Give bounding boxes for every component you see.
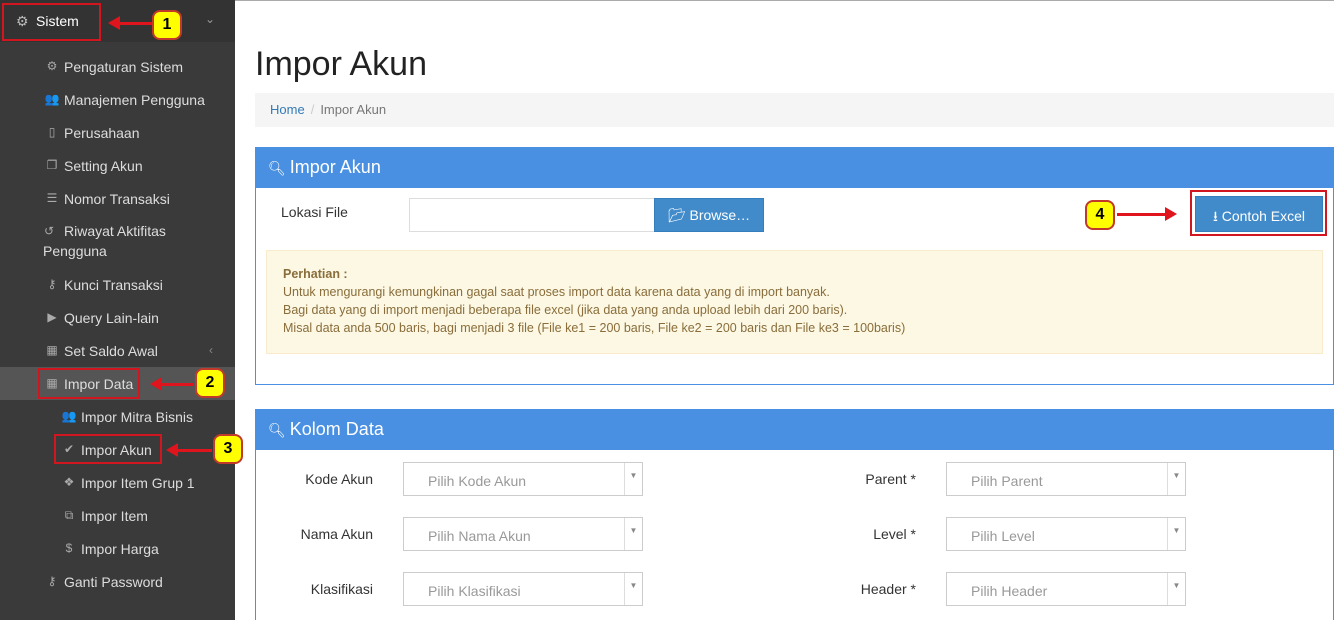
breadcrumb: Home / Impor Akun	[255, 93, 1334, 127]
kode-akun-label: Kode Akun	[305, 471, 373, 487]
sidebar-item-impor-mitra-bisnis[interactable]: 👥 Impor Mitra Bisnis	[0, 400, 235, 433]
header-placeholder: Pilih Header	[971, 583, 1048, 599]
breadcrumb-separator: /	[310, 102, 315, 117]
sidebar-item-impor-item-grup-1[interactable]: ❖ Impor Item Grup 1	[0, 466, 235, 499]
level-placeholder: Pilih Level	[971, 528, 1035, 544]
sidebar-item-kunci-transaksi[interactable]: ⚷ Kunci Transaksi	[0, 268, 235, 301]
chevron-left-icon: ‹	[209, 343, 213, 357]
breadcrumb-current: Impor Akun	[320, 102, 387, 117]
columns-panel-title: Kolom Data	[289, 419, 384, 439]
gear-icon: ⚙	[46, 59, 58, 73]
list-icon: ☰	[46, 191, 58, 205]
kode-akun-placeholder: Pilih Kode Akun	[428, 473, 527, 489]
sidebar-item-set-saldo-awal[interactable]: ▦ Set Saldo Awal ‹	[0, 334, 235, 367]
file-location-label: Lokasi File	[281, 204, 348, 220]
klasifikasi-select[interactable]: Pilih Klasifikasi ▼	[403, 572, 643, 606]
annotation-marker-3: 3	[213, 434, 243, 464]
caret-down-icon: ▼	[624, 573, 642, 605]
copy-icon: ❐	[46, 158, 58, 172]
sidebar-item-riwayat-aktifitas[interactable]: ↺ Riwayat Aktifitas Pengguna	[0, 215, 235, 265]
import-panel-header: 🔍︎ Impor Akun	[256, 148, 1333, 188]
highlight-box-contoh-excel	[1190, 190, 1327, 236]
annotation-arrow-1	[108, 16, 152, 30]
history-icon: ↺	[44, 224, 55, 238]
import-panel: 🔍︎ Impor Akun Lokasi File 📂︎ Browse… ⭳ Co…	[255, 147, 1334, 385]
sidebar-item-impor-harga[interactable]: $ Impor Harga	[0, 532, 235, 565]
search-icon: 🔍︎	[268, 422, 286, 438]
sidebar-item-setting-akun[interactable]: ❐ Setting Akun	[0, 149, 235, 182]
parent-select[interactable]: Pilih Parent ▼	[946, 462, 1186, 496]
browse-button-label: Browse…	[689, 207, 751, 223]
folder-open-icon: 📂︎	[667, 207, 686, 223]
sidebar-item-ganti-password[interactable]: ⚷ Ganti Password	[0, 565, 235, 598]
annotation-arrow-4	[1117, 207, 1177, 221]
header-label: Header *	[860, 581, 916, 597]
table-icon: ▦	[46, 343, 58, 357]
klasifikasi-placeholder: Pilih Klasifikasi	[428, 583, 521, 599]
alert-line-2: Bagi data yang di import menjadi beberap…	[283, 303, 848, 317]
annotation-marker-2: 2	[195, 368, 225, 398]
annotation-marker-4: 4	[1085, 200, 1115, 230]
columns-panel-header: 🔍︎ Kolom Data	[256, 410, 1333, 450]
caret-down-icon: ▼	[624, 463, 642, 495]
highlight-box-sistem	[2, 3, 101, 41]
alert-line-3: Misal data anda 500 baris, bagi menjadi …	[283, 321, 906, 335]
clipboard-icon: ▯	[48, 125, 56, 139]
kode-akun-select[interactable]: Pilih Kode Akun ▼	[403, 462, 643, 496]
alert-title: Perhatian :	[283, 267, 348, 281]
sidebar-item-perusahaan[interactable]: ▯ Perusahaan	[0, 116, 235, 149]
main-content: Impor Akun Home / Impor Akun 🔍︎ Impor Akun …	[235, 0, 1334, 620]
sidebar-item-nomor-transaksi[interactable]: ☰ Nomor Transaksi	[0, 182, 235, 215]
cubes-icon: ⧉	[64, 508, 74, 522]
page-title: Impor Akun	[255, 45, 427, 83]
level-select[interactable]: Pilih Level ▼	[946, 517, 1186, 551]
klasifikasi-label: Klasifikasi	[310, 581, 373, 597]
chevron-down-icon[interactable]: ⌄	[205, 12, 215, 26]
highlight-box-impor-data	[38, 368, 140, 399]
parent-placeholder: Pilih Parent	[971, 473, 1043, 489]
breadcrumb-home-link[interactable]: Home	[270, 102, 305, 117]
level-label: Level *	[873, 526, 916, 542]
play-icon: ▶	[47, 310, 57, 324]
sidebar-item-manajemen-pengguna[interactable]: 👥 Manajemen Pengguna	[0, 83, 235, 116]
annotation-marker-1: 1	[152, 10, 182, 40]
warning-alert: Perhatian : Untuk mengurangi kemungkinan…	[266, 250, 1323, 354]
caret-down-icon: ▼	[624, 518, 642, 550]
highlight-box-impor-akun	[54, 434, 162, 464]
nama-akun-select[interactable]: Pilih Nama Akun ▼	[403, 517, 643, 551]
parent-label: Parent *	[865, 471, 916, 487]
caret-down-icon: ▼	[1167, 463, 1185, 495]
key-icon: ⚷	[47, 277, 57, 291]
annotation-arrow-3	[166, 443, 212, 457]
sidebar-item-impor-item[interactable]: ⧉ Impor Item	[0, 499, 235, 532]
sidebar-item-query-lain-lain[interactable]: ▶ Query Lain-lain	[0, 301, 235, 334]
key-icon: ⚷	[47, 574, 57, 588]
annotation-arrow-2	[150, 377, 194, 391]
nama-akun-label: Nama Akun	[300, 526, 373, 542]
sidebar: ⚙ Sistem ⌄ ⚙ Pengaturan Sistem 👥 Manajeme…	[0, 0, 235, 620]
dropbox-icon: ❖	[63, 475, 75, 489]
caret-down-icon: ▼	[1167, 518, 1185, 550]
caret-down-icon: ▼	[1167, 573, 1185, 605]
users-icon: 👥	[44, 92, 60, 106]
dollar-icon: $	[65, 541, 73, 555]
file-path-input[interactable]	[409, 198, 655, 232]
users-icon: 👥	[61, 409, 77, 423]
sidebar-item-pengaturan-sistem[interactable]: ⚙ Pengaturan Sistem	[0, 50, 235, 83]
columns-panel: 🔍︎ Kolom Data Kode Akun Pilih Kode Akun ▼…	[255, 409, 1334, 620]
browse-button[interactable]: 📂︎ Browse…	[654, 198, 764, 232]
alert-line-1: Untuk mengurangi kemungkinan gagal saat …	[283, 285, 830, 299]
header-select[interactable]: Pilih Header ▼	[946, 572, 1186, 606]
nama-akun-placeholder: Pilih Nama Akun	[428, 528, 531, 544]
search-icon: 🔍︎	[268, 160, 286, 176]
import-panel-title: Impor Akun	[289, 157, 381, 177]
